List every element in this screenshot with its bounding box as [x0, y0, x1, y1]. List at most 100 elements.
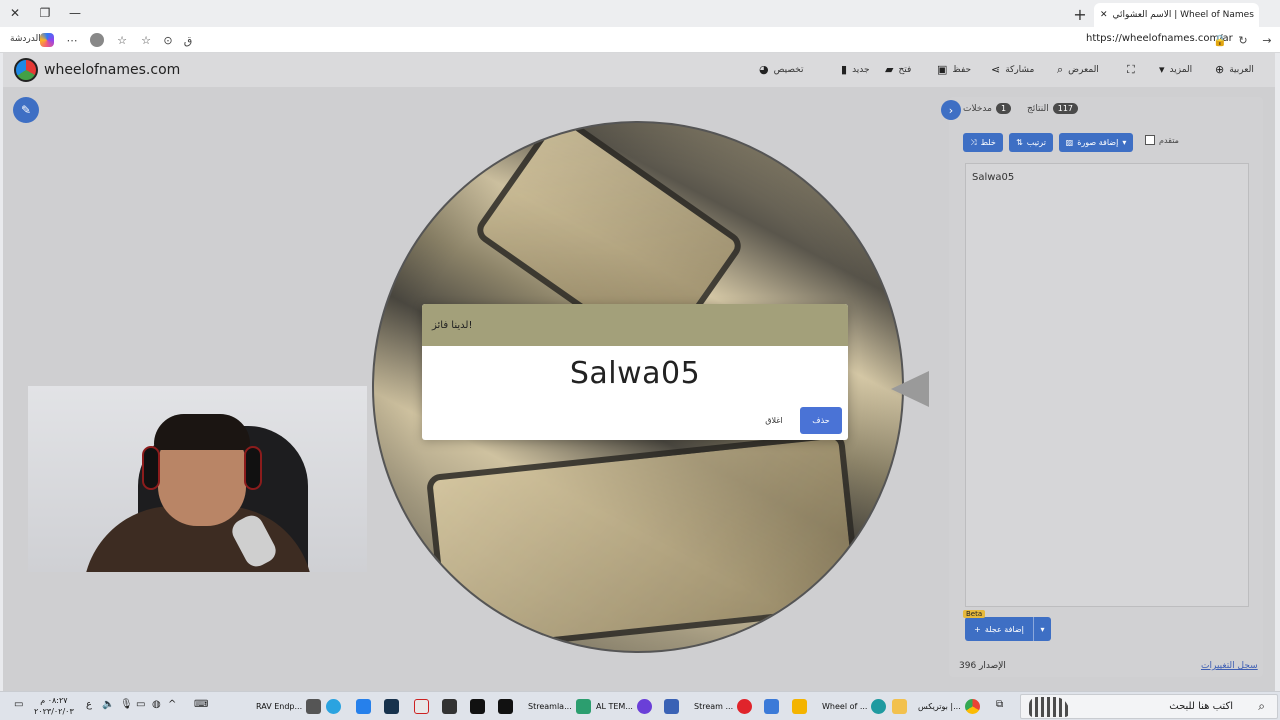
back-arrow-icon[interactable]: →: [1259, 32, 1275, 48]
keyboard-icon[interactable]: ⌨: [194, 699, 208, 710]
taskbar-app-label: RAV Endp...: [256, 702, 303, 711]
chevron-up-icon[interactable]: ^: [168, 699, 176, 710]
taskbar-app-adobe[interactable]: [414, 695, 429, 718]
language-indicator[interactable]: ع: [86, 699, 92, 710]
profile-avatar[interactable]: [90, 33, 104, 47]
advanced-toggle[interactable]: متقدم: [1145, 135, 1179, 145]
site-brand[interactable]: wheelofnames.com: [44, 62, 180, 78]
taskbar-app-chrome[interactable]: بوتريكس |...: [918, 695, 980, 718]
taskbar-app-label: بوتريكس |...: [918, 702, 961, 711]
nav-gallery[interactable]: ⌕ المعرض: [1057, 63, 1099, 77]
add-image-button[interactable]: ▨ إضافة صورة ▾: [1059, 133, 1133, 152]
mic-icon[interactable]: 🎙: [120, 699, 133, 710]
taskbar-app-steam[interactable]: [384, 695, 399, 718]
site-logo-icon[interactable]: [14, 58, 38, 82]
taskbar-app-label: Streamla...: [528, 702, 572, 711]
task-view-icon[interactable]: ⧉: [996, 699, 1003, 710]
tab-close-icon[interactable]: ✕: [1100, 10, 1108, 20]
app-icon: [636, 699, 652, 714]
nav-more[interactable]: ▾ المزيد: [1159, 63, 1192, 76]
fullscreen-icon: ⛶: [1127, 63, 1135, 76]
taskbar-app-label: AL TEM...: [596, 702, 633, 711]
share-icon: ⋖: [991, 63, 1001, 76]
bing-chat-label[interactable]: الدردشة: [10, 34, 41, 44]
nav-open[interactable]: ▰ فتح: [885, 63, 911, 76]
taskbar-app-tiktok[interactable]: [498, 695, 513, 718]
volume-icon[interactable]: 🔈: [102, 699, 114, 710]
collections-icon[interactable]: ☆: [114, 32, 130, 48]
taskbar-app-rav[interactable]: RAV Endp...: [256, 695, 322, 718]
sort-button[interactable]: ⇅ ترتيب: [1009, 133, 1053, 152]
url-field[interactable]: https://wheelofnames.com/ar: [1086, 33, 1233, 44]
taskbar-app-label: Wheel of ...: [822, 702, 868, 711]
minimize-window-button[interactable]: —: [64, 3, 86, 23]
reader-icon[interactable]: ⊙: [160, 32, 176, 48]
taskbar-app-edge[interactable]: Wheel of ...: [822, 695, 887, 718]
taskbar-app-notes[interactable]: [664, 695, 679, 718]
tab-results[interactable]: النتائج 117: [1027, 103, 1079, 114]
tab-title: الاسم العشوائي | Wheel of Names: [1112, 10, 1254, 20]
store-icon: [792, 699, 807, 714]
taskbar-app-cloud[interactable]: [764, 695, 779, 718]
sort-label: ترتيب: [1026, 138, 1046, 147]
chevron-down-icon: ▾: [1159, 63, 1165, 76]
search-icon: ⌕: [1057, 63, 1064, 76]
taskbar-app-telegram[interactable]: [326, 695, 341, 718]
remove-button[interactable]: حذف: [800, 407, 842, 434]
restore-window-button[interactable]: ❐: [34, 3, 56, 23]
image-icon: ▨: [1065, 138, 1074, 147]
chevron-right-icon: ›: [948, 103, 954, 117]
folder-icon: [892, 699, 907, 714]
changelog-link[interactable]: سجل التغييرات: [1201, 661, 1258, 671]
app-icon: [414, 699, 429, 714]
close-window-button[interactable]: ✕: [4, 3, 26, 23]
taskbar-app-altem[interactable]: AL TEM...: [596, 695, 652, 718]
nav-share[interactable]: ⋖ مشاركة: [991, 63, 1034, 76]
nav-customize[interactable]: ◕ تخصيص: [759, 63, 803, 76]
nav-language[interactable]: ⊕ العربية: [1215, 63, 1254, 76]
network-icon[interactable]: ◍: [152, 699, 161, 710]
advanced-checkbox[interactable]: [1145, 135, 1155, 145]
taskbar-app-capcut[interactable]: [470, 695, 485, 718]
nav-save[interactable]: ▣ حفظ: [937, 63, 971, 76]
taskbar-clock[interactable]: ٠٨:٢٧ م ٢٠٢٣/٠٢/٠٣: [34, 695, 74, 717]
tab-results-label: النتائج: [1027, 103, 1049, 114]
browser-tab[interactable]: ✕ الاسم العشوائي | Wheel of Names: [1094, 3, 1259, 27]
favorites-icon[interactable]: ☆: [138, 32, 154, 48]
webcam-overlay: [28, 386, 367, 572]
notifications-icon[interactable]: ▭: [14, 699, 23, 710]
chevron-down-icon: ▾: [1122, 138, 1127, 147]
tab-entries[interactable]: مدخلات 1: [963, 103, 1012, 114]
sort-icon: ⇅: [1016, 138, 1023, 147]
new-file-icon: ▮: [841, 63, 848, 76]
collapse-panel-button[interactable]: ›: [941, 100, 961, 120]
winner-dialog: لدينا فائز! Salwa05 اغلاق حذف: [422, 304, 848, 440]
refresh-icon[interactable]: ↻: [1235, 32, 1251, 48]
taskbar-app-explorer[interactable]: [892, 695, 907, 718]
copilot-icon[interactable]: [40, 33, 54, 47]
taskbar-app-store[interactable]: [792, 695, 807, 718]
taskbar-search[interactable]: اكتب هنا للبحث ⌕: [1020, 694, 1278, 719]
nav-fullscreen[interactable]: ⛶: [1127, 63, 1135, 77]
taskbar-app-obs[interactable]: [442, 695, 457, 718]
add-wheel-button[interactable]: + إضافة عجلة ▾: [965, 617, 1051, 641]
nav-more-label: المزيد: [1169, 64, 1193, 75]
nav-new[interactable]: ▮ جديد: [841, 63, 870, 76]
close-button[interactable]: اغلاق: [756, 407, 792, 434]
nav-language-label: العربية: [1229, 64, 1254, 75]
taskbar-app-generic[interactable]: [356, 695, 371, 718]
display-icon[interactable]: ▭: [136, 699, 145, 710]
shuffle-button[interactable]: ⤨ خلط: [963, 133, 1003, 152]
taskbar-app-streamlabs[interactable]: Streamla...: [528, 695, 591, 718]
more-menu-icon[interactable]: ⋯: [64, 32, 80, 48]
nav-open-label: فتح: [898, 64, 912, 75]
translate-icon[interactable]: ق: [180, 32, 196, 48]
entries-textarea[interactable]: Salwa05: [965, 163, 1249, 607]
pencil-icon: ✎: [20, 103, 32, 117]
taskbar-app-stream[interactable]: Stream ...: [694, 695, 753, 718]
edit-pencil-button[interactable]: ✎: [13, 97, 39, 123]
chevron-down-icon[interactable]: ▾: [1033, 617, 1051, 641]
plus-icon: +: [974, 624, 981, 634]
add-wheel-main[interactable]: + إضافة عجلة: [965, 625, 1033, 634]
new-tab-button[interactable]: +: [1070, 4, 1090, 24]
